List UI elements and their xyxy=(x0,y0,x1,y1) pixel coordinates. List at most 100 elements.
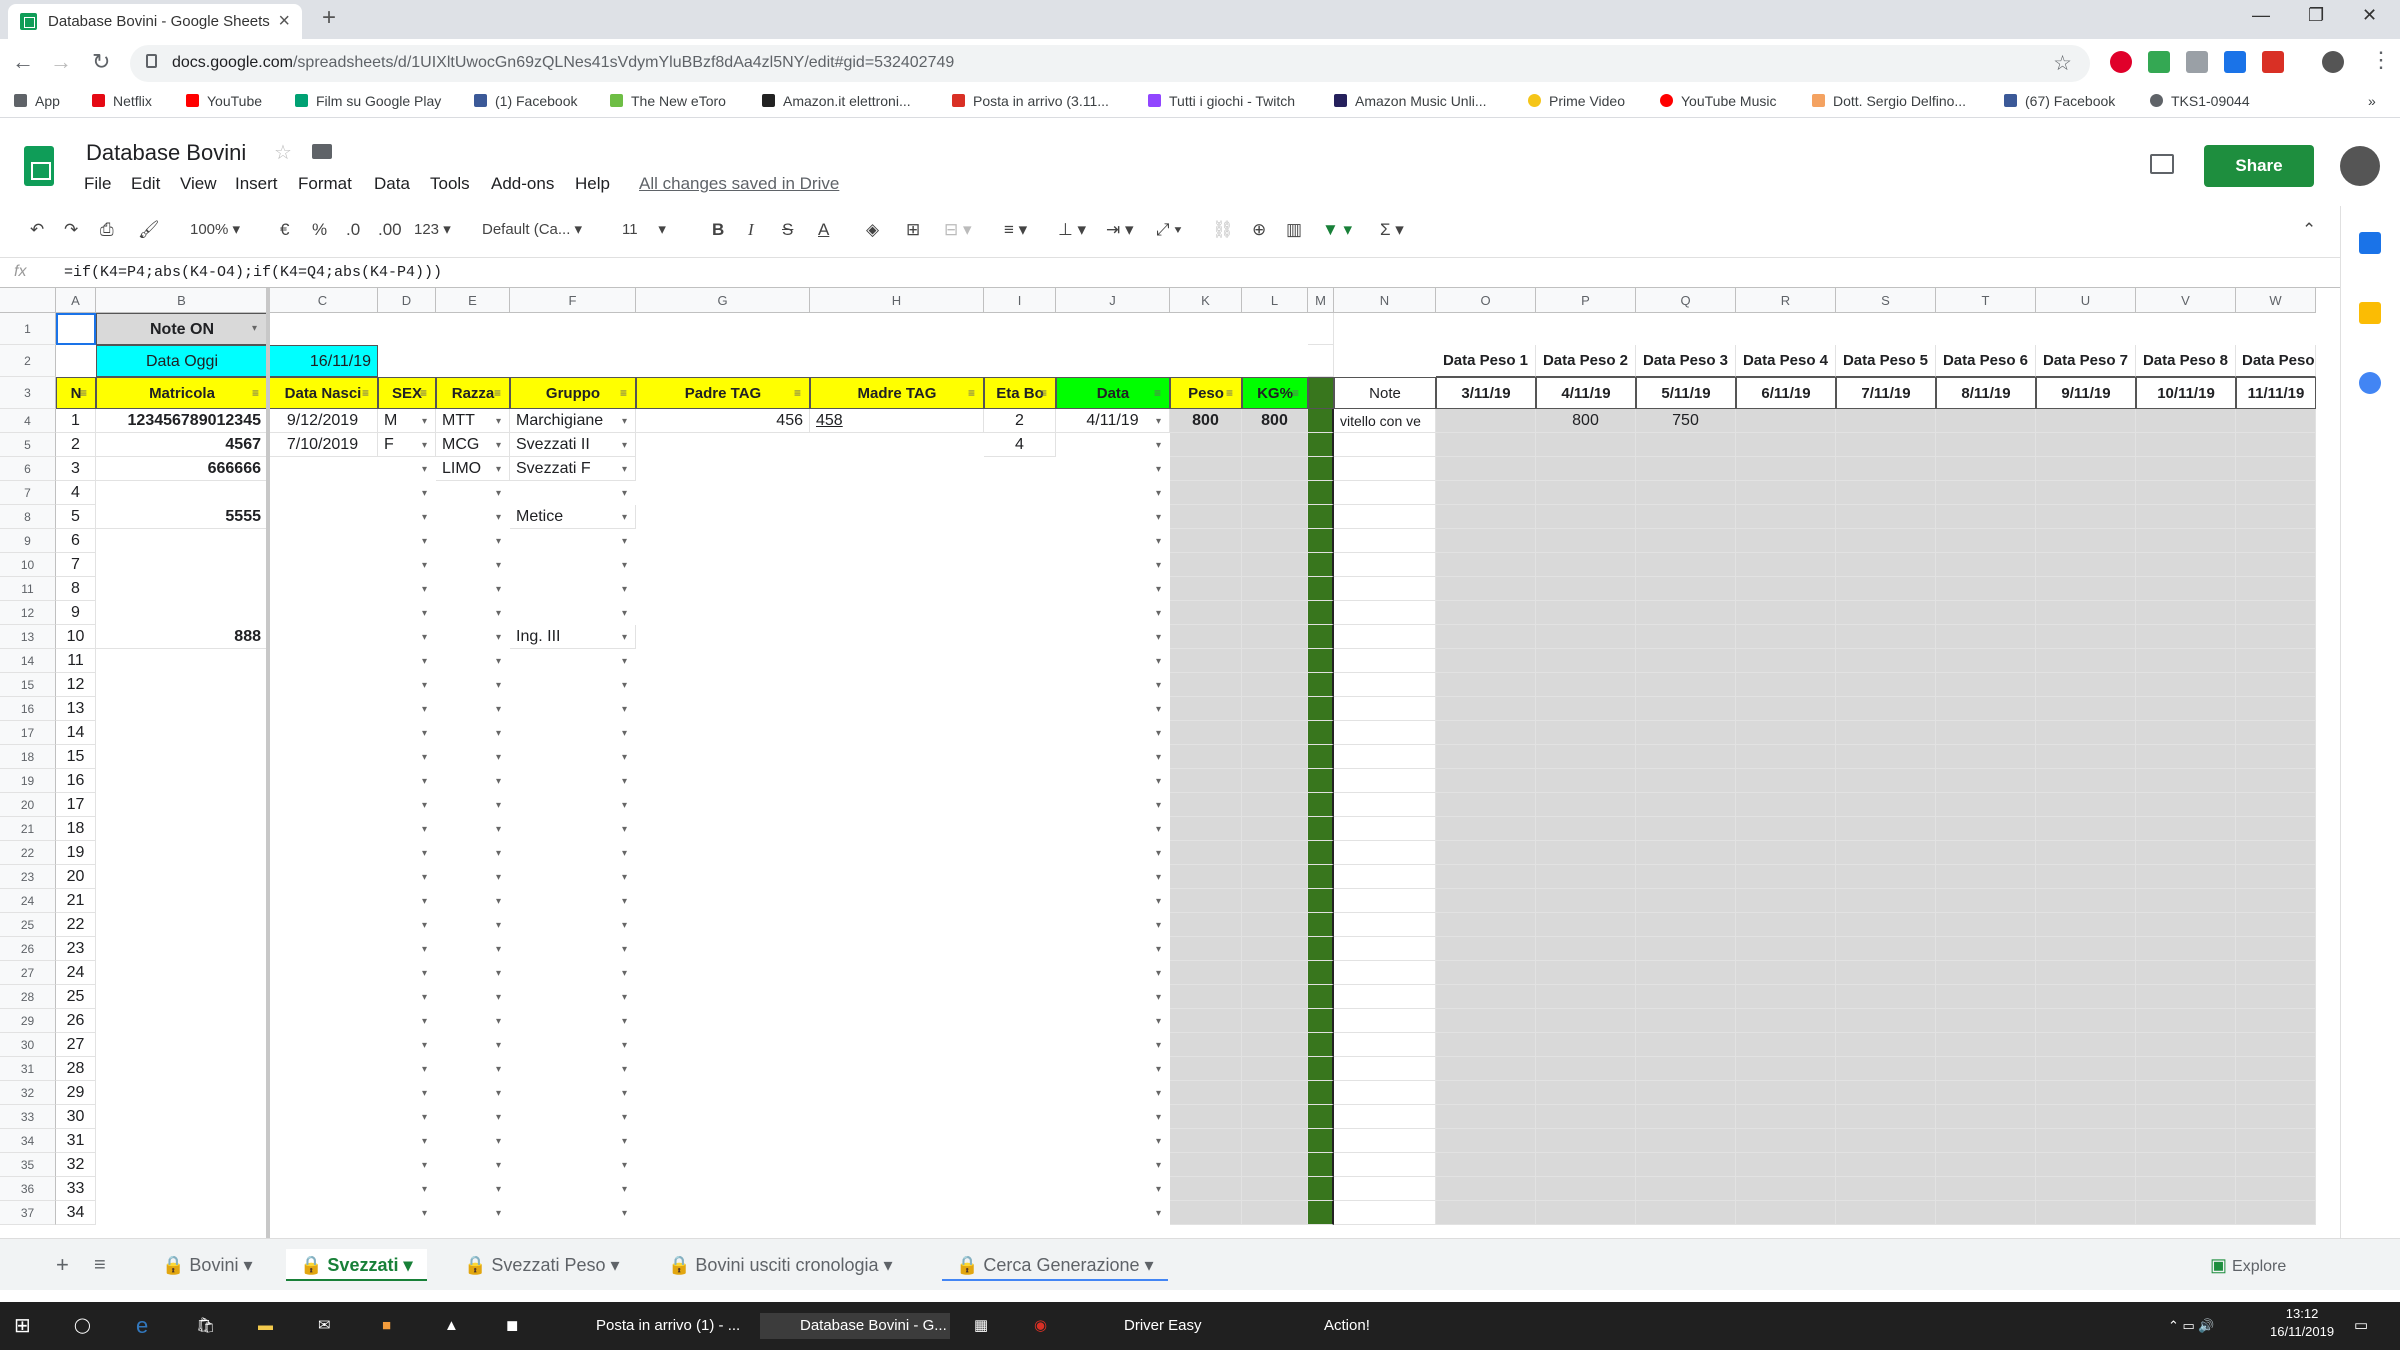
note-cell[interactable] xyxy=(1334,841,1436,865)
madre-value[interactable]: 458 xyxy=(810,409,984,433)
dropdown-arrow-icon[interactable]: ▾ xyxy=(622,752,627,763)
data-cell[interactable] xyxy=(2236,1081,2316,1105)
data-cell[interactable] xyxy=(2136,1177,2236,1201)
data-cell[interactable] xyxy=(1836,985,1936,1009)
filter-icon[interactable]: ≡ xyxy=(80,386,87,400)
data-cell[interactable] xyxy=(1436,433,1536,457)
borders-icon[interactable]: ⊞ xyxy=(906,220,920,240)
data-cell[interactable] xyxy=(1636,1033,1736,1057)
data-cell[interactable] xyxy=(1536,1057,1636,1081)
dropdown-arrow-icon[interactable]: ▾ xyxy=(496,584,501,595)
data-cell[interactable] xyxy=(1436,793,1536,817)
data-cell[interactable] xyxy=(1936,529,2036,553)
app3-icon[interactable]: ◼ xyxy=(506,1313,518,1339)
row-header[interactable]: 21 xyxy=(0,817,56,841)
row-header[interactable]: 6 xyxy=(0,457,56,481)
dropdown-arrow-icon[interactable]: ▾ xyxy=(1156,584,1161,595)
note-cell[interactable] xyxy=(1334,697,1436,721)
data-cell[interactable] xyxy=(1936,841,2036,865)
data-cell[interactable] xyxy=(1436,817,1536,841)
bookmark-item[interactable]: YouTube xyxy=(186,93,262,109)
dropdown-arrow-icon[interactable]: ▾ xyxy=(622,1040,627,1051)
row-header[interactable]: 26 xyxy=(0,937,56,961)
data-cell[interactable] xyxy=(1170,721,1242,745)
all-sheets-icon[interactable]: ≡ xyxy=(94,1249,106,1281)
peso2-value[interactable]: 800 xyxy=(1536,409,1636,433)
data-cell[interactable] xyxy=(2236,649,2316,673)
column-header[interactable]: C xyxy=(268,288,378,313)
restore-icon[interactable]: ❐ xyxy=(2308,5,2324,26)
data-cell[interactable] xyxy=(2036,1009,2136,1033)
peso-date[interactable]: 11/11/19 xyxy=(2236,377,2316,409)
column-header[interactable]: D xyxy=(378,288,436,313)
comments-icon[interactable] xyxy=(2150,154,2174,174)
data-cell[interactable] xyxy=(1936,601,2036,625)
data-cell[interactable] xyxy=(1436,721,1536,745)
data-cell[interactable] xyxy=(1836,601,1936,625)
peso-date[interactable]: 4/11/19 xyxy=(1536,377,1636,409)
column-title[interactable] xyxy=(1308,377,1334,409)
n-value[interactable]: 9 xyxy=(56,601,96,625)
row-header[interactable]: 33 xyxy=(0,1105,56,1129)
dropdown-arrow-icon[interactable]: ▾ xyxy=(622,1088,627,1099)
sheet-tab-svezzati[interactable]: 🔒 Svezzati ▾ xyxy=(286,1249,427,1281)
data-cell[interactable] xyxy=(1170,1105,1242,1129)
data-cell[interactable] xyxy=(2236,721,2316,745)
data-cell[interactable] xyxy=(1736,937,1836,961)
row-header[interactable]: 14 xyxy=(0,649,56,673)
strikethrough-button[interactable]: S xyxy=(782,220,793,240)
note-cell[interactable] xyxy=(1334,793,1436,817)
note-cell[interactable] xyxy=(1334,577,1436,601)
dropdown-arrow-icon[interactable]: ▾ xyxy=(422,1016,427,1027)
data-cell[interactable] xyxy=(1936,697,2036,721)
mail-icon[interactable]: ✉ xyxy=(318,1313,331,1339)
dropdown-arrow-icon[interactable]: ▾ xyxy=(1156,608,1161,619)
data-cell[interactable] xyxy=(1536,529,1636,553)
dropdown-arrow-icon[interactable]: ▾ xyxy=(422,1184,427,1195)
dropdown-arrow-icon[interactable]: ▾ xyxy=(622,536,627,547)
data-cell[interactable] xyxy=(1436,1201,1536,1225)
redo-icon[interactable]: ↷ xyxy=(64,220,78,240)
data-cell[interactable] xyxy=(2136,601,2236,625)
dropdown-arrow-icon[interactable]: ▾ xyxy=(422,416,427,427)
select-all-corner[interactable] xyxy=(0,288,56,313)
data-cell[interactable] xyxy=(1436,505,1536,529)
data-cell[interactable] xyxy=(1936,793,2036,817)
note-cell[interactable] xyxy=(1334,745,1436,769)
dropdown-arrow-icon[interactable]: ▾ xyxy=(422,824,427,835)
row-header[interactable]: 19 xyxy=(0,769,56,793)
menu-addons[interactable]: Add-ons xyxy=(491,174,554,194)
data-cell[interactable] xyxy=(1636,985,1736,1009)
data-cell[interactable] xyxy=(1636,529,1736,553)
note-cell[interactable] xyxy=(1334,553,1436,577)
italic-button[interactable]: I xyxy=(748,220,754,240)
dropdown-arrow-icon[interactable]: ▾ xyxy=(496,848,501,859)
merge-cells-icon[interactable]: ⊟ ▾ xyxy=(944,220,972,240)
matricola-value[interactable]: 4567 xyxy=(96,433,268,457)
data-cell[interactable] xyxy=(1736,1057,1836,1081)
data-cell[interactable] xyxy=(1536,865,1636,889)
note-cell[interactable] xyxy=(1334,889,1436,913)
data-cell[interactable] xyxy=(2036,625,2136,649)
account-avatar[interactable] xyxy=(2340,146,2380,186)
back-icon[interactable]: ← xyxy=(12,49,34,75)
peso-date[interactable]: 5/11/19 xyxy=(1636,377,1736,409)
percent-button[interactable]: % xyxy=(312,220,327,240)
data-cell[interactable] xyxy=(1636,601,1736,625)
data-cell[interactable] xyxy=(1436,1129,1536,1153)
dropdown-arrow-icon[interactable]: ▾ xyxy=(496,824,501,835)
gruppo-value[interactable]: Svezzati II xyxy=(510,433,636,457)
dropdown-arrow-icon[interactable]: ▾ xyxy=(1156,560,1161,571)
column-title[interactable]: Note xyxy=(1334,377,1436,409)
data-cell[interactable] xyxy=(1636,1009,1736,1033)
data-cell[interactable] xyxy=(1536,1201,1636,1225)
dropdown-arrow-icon[interactable]: ▾ xyxy=(422,848,427,859)
dropdown-arrow-icon[interactable]: ▾ xyxy=(1156,824,1161,835)
dropdown-arrow-icon[interactable]: ▾ xyxy=(496,1112,501,1123)
n-value[interactable]: 29 xyxy=(56,1081,96,1105)
data-cell[interactable] xyxy=(1636,889,1736,913)
bookmark-item[interactable]: The New eToro xyxy=(610,93,726,109)
dropdown-arrow-icon[interactable]: ▾ xyxy=(622,728,627,739)
data-cell[interactable] xyxy=(1436,601,1536,625)
data-cell[interactable] xyxy=(1436,577,1536,601)
